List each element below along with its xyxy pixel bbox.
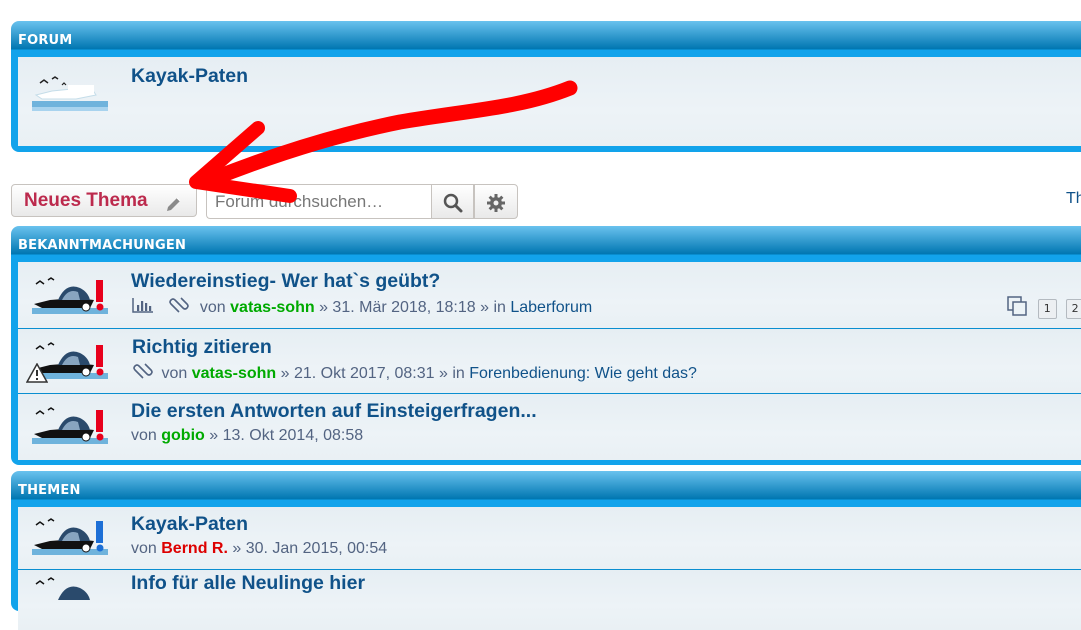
forum-panel: FORUM Kayak-Paten: [11, 21, 1081, 152]
forum-row[interactable]: Kayak-Paten: [18, 57, 1081, 146]
search-icon: [443, 193, 463, 213]
announcement-title[interactable]: Richtig zitieren: [132, 336, 272, 359]
topic-title[interactable]: Info für alle Neulinge hier: [131, 572, 365, 595]
announcement-meta: von gobio » 13. Okt 2014, 08:58: [131, 427, 363, 445]
forum-title[interactable]: Kayak-Paten: [131, 65, 248, 88]
topics-panel: THEMEN Kayak-Paten von Bernd R. » 30. Ja…: [11, 471, 1081, 630]
topic-meta: von Bernd R. » 30. Jan 2015, 00:54: [131, 540, 387, 558]
forum-read-icon: [32, 69, 110, 111]
page-1-link[interactable]: 1: [1037, 299, 1057, 319]
attachment-icon: [169, 297, 190, 313]
gear-icon: [487, 194, 505, 212]
forum-link[interactable]: Laberforum: [510, 299, 592, 316]
topic-row[interactable]: Info für alle Neulinge hier: [18, 570, 1081, 630]
announcement-meta: von vatas-sohn » 31. Mär 2018, 18:18 » i…: [131, 296, 592, 317]
page-2-link[interactable]: 2: [1065, 299, 1081, 319]
author-link[interactable]: vatas-sohn: [192, 365, 276, 382]
by-label: von: [131, 540, 157, 557]
poll-icon: [132, 298, 153, 313]
author-link[interactable]: vatas-sohn: [230, 299, 314, 316]
topics-panel-header: THEMEN: [18, 483, 81, 498]
warning-icon: [26, 363, 48, 383]
topic-row[interactable]: Kayak-Paten von Bernd R. » 30. Jan 2015,…: [18, 507, 1081, 570]
author-link[interactable]: Bernd R.: [161, 540, 228, 557]
pagination-icon: [1007, 296, 1027, 316]
new-topic-button[interactable]: Neues Thema: [11, 184, 197, 217]
in-label: in: [493, 299, 506, 316]
by-label: von: [161, 365, 188, 382]
pagination: 1 2: [1007, 296, 1081, 319]
post-date: » 13. Okt 2014, 08:58: [209, 427, 364, 444]
post-date: » 31. Mär 2018, 18:18 »: [319, 299, 489, 316]
topic-title[interactable]: Kayak-Paten: [131, 513, 248, 536]
forum-panel-header: FORUM: [18, 33, 73, 48]
forum-search-input[interactable]: [206, 184, 432, 219]
search-button[interactable]: [431, 184, 474, 219]
forum-link[interactable]: Forenbedienung: Wie geht das?: [469, 365, 697, 382]
topic-icon: [32, 576, 110, 618]
by-label: von: [131, 427, 157, 444]
topic-icon: [32, 517, 110, 559]
author-link[interactable]: gobio: [161, 427, 205, 444]
in-label: in: [452, 365, 465, 382]
announcement-icon: [32, 406, 110, 448]
post-date: » 30. Jan 2015, 00:54: [232, 540, 388, 557]
pencil-icon: [165, 192, 183, 223]
topics-count-link[interactable]: Th: [1066, 190, 1081, 208]
announcement-title[interactable]: Die ersten Antworten auf Einsteigerfrage…: [131, 400, 537, 423]
by-label: von: [199, 299, 226, 316]
advanced-search-button[interactable]: [474, 184, 518, 219]
announcement-row[interactable]: Wiedereinstieg- Wer hat`s geübt? von vat…: [18, 262, 1081, 329]
attachment-icon: [133, 363, 153, 379]
announcement-meta: von vatas-sohn » 21. Okt 2017, 08:31 » i…: [131, 362, 697, 383]
new-topic-label: Neues Thema: [24, 190, 148, 211]
announcements-panel-header: BEKANNTMACHUNGEN: [18, 238, 187, 253]
announcement-icon: [32, 274, 110, 316]
announcements-panel: BEKANNTMACHUNGEN Wiedereinstieg- Wer hat…: [11, 226, 1081, 465]
announcement-row[interactable]: Die ersten Antworten auf Einsteigerfrage…: [18, 394, 1081, 460]
announcement-title[interactable]: Wiedereinstieg- Wer hat`s geübt?: [131, 270, 440, 293]
post-date: » 21. Okt 2017, 08:31 »: [280, 365, 448, 382]
announcement-row[interactable]: Richtig zitieren von vatas-sohn » 21. Ok…: [18, 329, 1081, 394]
